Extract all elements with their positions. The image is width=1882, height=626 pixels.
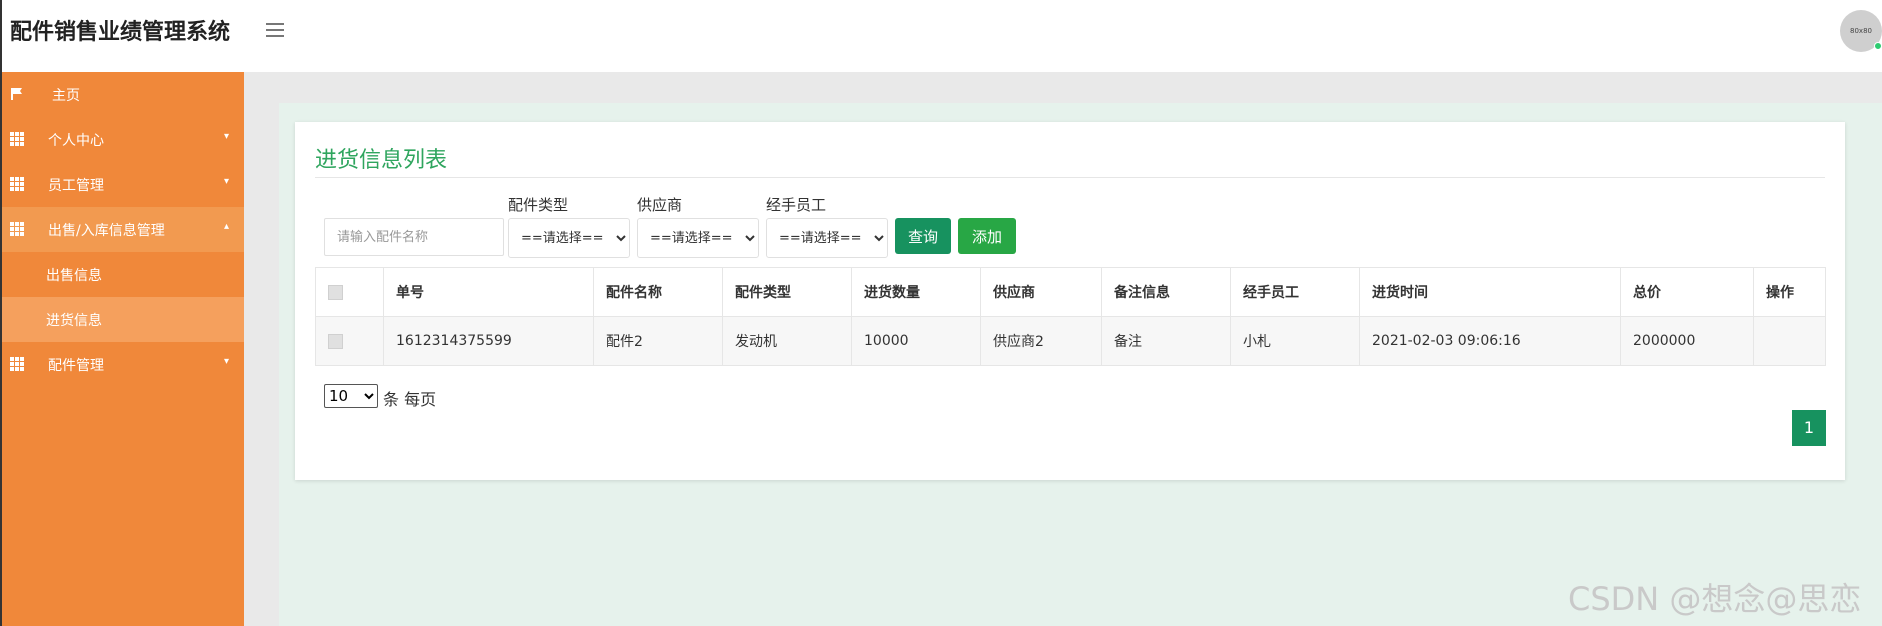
sidebar-item-label: 主页 [52,88,80,104]
purchase-list-panel: 进货信息列表 配件类型 ==请选择== 供应商 ==请选择== 经手员工 ==请… [295,122,1845,480]
table-cell: 供应商2 [980,316,1102,366]
column-header: 单号 [383,267,594,317]
sidebar-item-label: 配件管理 [48,358,104,374]
table-cell: 2021-02-03 09:06:16 [1359,316,1621,366]
top-bar: 配件销售业绩管理系统 80x80 [0,0,1882,72]
purchase-table: 单号 配件名称 配件类型 进货数量 供应商 备注信息 经手员工 进货时间 总价 … [315,267,1826,366]
flag-icon [11,88,22,100]
table-cell: 10000 [851,316,981,366]
sidebar-item-label: 个人中心 [48,133,104,149]
query-button[interactable]: 查询 [895,218,951,254]
page-size-label: 条 每页 [383,390,437,409]
grid-icon [10,132,24,146]
table-cell: 小札 [1230,316,1360,366]
column-header: 配件名称 [593,267,723,317]
sidebar-item-label: 出售/入库信息管理 [48,223,165,239]
sidebar-item-personal-center[interactable]: 个人中心 ▾ [2,117,244,162]
column-header: 经手员工 [1230,267,1360,317]
actions-cell [1753,316,1826,366]
grid-icon [10,177,24,191]
supplier-select[interactable]: ==请选择== [637,218,759,258]
column-header: 配件类型 [722,267,852,317]
column-header: 操作 [1753,267,1826,317]
sidebar: 主页 个人中心 ▾ 员工管理 ▾ 出售/入库信息管理 ▴ 出售信息 进货信息 配… [0,72,244,626]
row-checkbox[interactable] [328,333,343,349]
watermark: CSDN @想念@思恋 [1568,580,1862,618]
employee-label: 经手员工 [766,196,827,214]
table-cell: 配件2 [593,316,723,366]
employee-select[interactable]: ==请选择== [766,218,888,258]
column-header: 进货数量 [851,267,981,317]
app-title: 配件销售业绩管理系统 [10,20,231,45]
column-header: 备注信息 [1101,267,1231,317]
select-all-cell [315,267,384,317]
page-title: 进货信息列表 [315,148,448,173]
add-button[interactable]: 添加 [958,218,1016,254]
column-header: 总价 [1620,267,1754,317]
sidebar-subitem-sales-info[interactable]: 出售信息 [2,252,244,297]
column-header: 供应商 [980,267,1102,317]
sidebar-item-home[interactable]: 主页 [2,72,244,117]
sidebar-subitem-purchase-info[interactable]: 进货信息 [2,297,244,342]
caret-down-icon: ▾ [224,131,230,142]
table-row: 1612314375599 配件2 发动机 10000 供应商2 备注 小札 2… [315,316,1826,366]
online-status-dot [1874,42,1882,50]
sidebar-item-employee-management[interactable]: 员工管理 ▾ [2,162,244,207]
table-cell: 2000000 [1620,316,1754,366]
caret-up-icon: ▴ [224,221,230,232]
sidebar-item-sales-stock-management[interactable]: 出售/入库信息管理 ▴ [2,207,244,252]
part-name-search-input[interactable] [324,218,504,256]
title-divider [315,177,1825,178]
table-header-row: 单号 配件名称 配件类型 进货数量 供应商 备注信息 经手员工 进货时间 总价 … [315,267,1826,317]
part-type-select[interactable]: ==请选择== [508,218,630,258]
page-size-select[interactable]: 10 [324,384,378,408]
sidebar-item-label: 员工管理 [48,178,104,194]
grid-icon [10,222,24,236]
select-all-checkbox[interactable] [328,284,343,300]
table-cell: 1612314375599 [383,316,594,366]
caret-down-icon: ▾ [224,176,230,187]
table-cell: 发动机 [722,316,852,366]
caret-down-icon: ▾ [224,356,230,367]
pagination-page-button[interactable]: 1 [1792,410,1826,446]
column-header: 进货时间 [1359,267,1621,317]
supplier-label: 供应商 [637,196,683,214]
hamburger-menu-icon[interactable] [264,20,286,40]
table-cell: 备注 [1101,316,1231,366]
sidebar-subitem-label: 出售信息 [46,268,102,284]
sidebar-item-parts-management[interactable]: 配件管理 ▾ [2,342,244,387]
grid-icon [10,357,24,371]
sidebar-subitem-label: 进货信息 [46,313,102,329]
row-select-cell [315,316,384,366]
part-type-label: 配件类型 [508,196,569,214]
